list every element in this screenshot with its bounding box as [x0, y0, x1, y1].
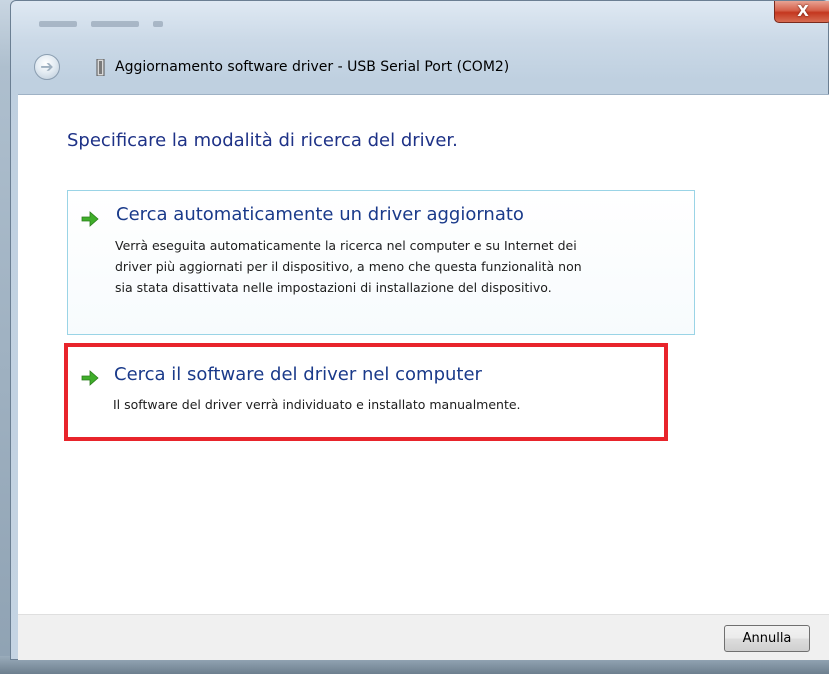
option-description: Verrà eseguita automaticamente la ricerc…	[115, 238, 582, 295]
green-arrow-icon	[81, 211, 99, 227]
close-button[interactable]: X	[774, 1, 829, 23]
dialog-content: Specificare la modalità di ricerca del d…	[18, 94, 829, 614]
window-title: Aggiornamento software driver - USB Seri…	[115, 59, 510, 75]
cancel-button[interactable]: Annulla	[724, 625, 810, 652]
usb-device-icon	[96, 59, 105, 76]
option-title: Cerca il software del driver nel compute…	[114, 364, 482, 385]
back-button[interactable]: ➔	[34, 54, 60, 80]
option-description: Il software del driver verrà individuato…	[113, 397, 521, 412]
search-automatically-option[interactable]: Cerca automaticamente un driver aggiorna…	[67, 190, 695, 335]
browse-computer-option[interactable]: Cerca il software del driver nel compute…	[64, 343, 668, 441]
option-title: Cerca automaticamente un driver aggiorna…	[116, 204, 524, 225]
background-menu-ghost	[39, 13, 239, 27]
dialog-footer: Annulla	[18, 614, 829, 660]
back-arrow-icon: ➔	[40, 57, 54, 76]
green-arrow-icon	[81, 370, 99, 386]
page-heading: Specificare la modalità di ricerca del d…	[67, 130, 458, 151]
